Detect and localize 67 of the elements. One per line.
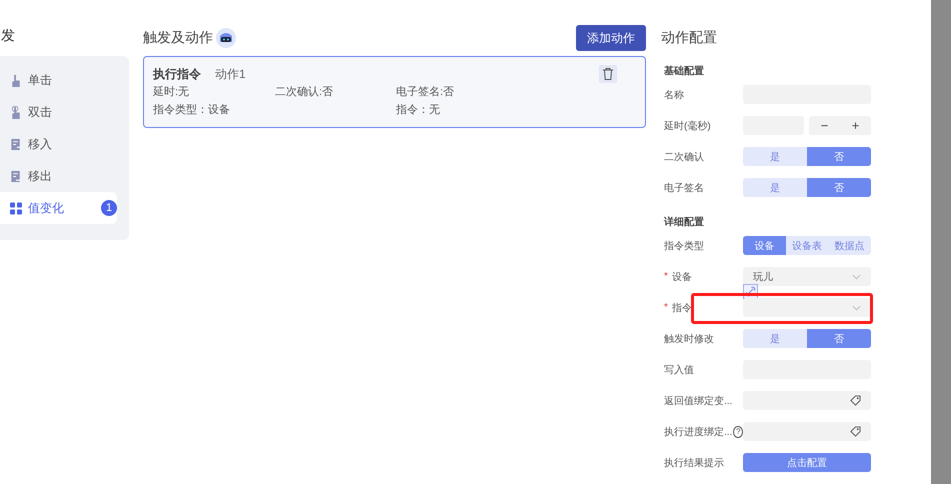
segment-option[interactable]: 是 xyxy=(743,147,807,166)
tag-icon xyxy=(850,395,861,406)
trigger-item[interactable]: 单击 xyxy=(0,64,117,96)
field-label: 执行进度绑定... xyxy=(664,426,732,438)
action-detail: 指令：无 xyxy=(396,104,440,116)
action-type: 执行指令 xyxy=(153,66,201,82)
document-icon xyxy=(10,138,22,150)
input-field[interactable] xyxy=(743,391,871,410)
delete-button[interactable] xyxy=(599,65,617,83)
trigger-item[interactable]: 移入 xyxy=(0,128,117,160)
action-name: 动作1 xyxy=(215,66,246,82)
action-detail: 指令类型：设备 xyxy=(153,104,230,116)
trigger-label: 值变化 xyxy=(28,200,65,216)
trigger-item[interactable]: 值变化 1 xyxy=(0,192,117,224)
trigger-label: 移入 xyxy=(28,136,53,152)
segment-option[interactable]: 是 xyxy=(743,178,807,197)
select-field[interactable] xyxy=(743,298,871,317)
chevron-down-icon xyxy=(852,274,861,280)
tag-icon xyxy=(850,426,861,437)
select-field[interactable]: 玩儿 xyxy=(743,267,871,286)
segment-option[interactable]: 否 xyxy=(807,329,871,348)
trigger-label: 移出 xyxy=(28,168,53,184)
section-title: 详细配置 xyxy=(664,215,705,229)
trigger-item[interactable]: 双击 xyxy=(0,96,117,128)
action-detail: 二次确认:否 xyxy=(275,86,334,98)
configure-button[interactable]: 点击配置 xyxy=(743,453,871,472)
required-mark: * xyxy=(664,302,668,313)
trash-icon xyxy=(603,68,613,80)
action-detail: 延时:无 xyxy=(153,86,190,98)
trigger-item[interactable]: 移出 xyxy=(0,160,117,192)
chevron-down-icon xyxy=(852,304,861,310)
segment-option[interactable]: 设备表 xyxy=(786,236,828,255)
document-icon xyxy=(10,170,22,182)
input-field[interactable] xyxy=(743,422,871,441)
increment-button[interactable]: + xyxy=(852,116,860,135)
trigger-label: 双击 xyxy=(28,104,53,120)
field-label: 延时(毫秒) xyxy=(664,120,711,132)
required-mark: * xyxy=(664,271,668,282)
decrement-button[interactable]: − xyxy=(820,116,828,135)
field-label: 名称 xyxy=(664,88,684,102)
hand-pointer-icon xyxy=(10,74,22,86)
hand-pointer-icon xyxy=(10,106,22,118)
segment-option[interactable]: 是 xyxy=(743,329,807,348)
field-label: 指令类型 xyxy=(664,240,704,252)
field-label: 返回值绑定变... xyxy=(664,394,732,408)
segment-option[interactable]: 数据点 xyxy=(828,236,871,255)
field-label: 二次确认 xyxy=(664,150,704,164)
trigger-label: 单击 xyxy=(28,72,53,88)
field-label: 电子签名 xyxy=(664,182,704,194)
segment-option[interactable]: 否 xyxy=(807,147,871,166)
field-label: 写入值 xyxy=(664,364,694,376)
field-label: 执行结果提示 xyxy=(664,456,724,470)
section-title: 触发及动作 xyxy=(143,29,213,47)
action-card[interactable]: 执行指令 动作1 延时:无 二次确认:否 电子签名:否 指令类型：设备 指令：无 xyxy=(143,56,646,128)
field-label: 指令 xyxy=(672,302,692,314)
robot-icon xyxy=(216,28,236,48)
segment-option[interactable]: 否 xyxy=(807,178,871,197)
add-action-button[interactable]: 添加动作 xyxy=(576,25,646,51)
panel-title: 动作配置 xyxy=(660,29,718,47)
segment-option[interactable]: 设备 xyxy=(743,236,786,255)
count-badge: 1 xyxy=(101,200,117,216)
panel-title: 发 xyxy=(1,27,16,45)
field-label: 触发时修改 xyxy=(664,332,714,346)
section-title: 基础配置 xyxy=(664,64,705,78)
grid-icon xyxy=(10,202,22,214)
field-label: 设备 xyxy=(672,270,692,284)
action-detail: 电子签名:否 xyxy=(396,86,454,98)
